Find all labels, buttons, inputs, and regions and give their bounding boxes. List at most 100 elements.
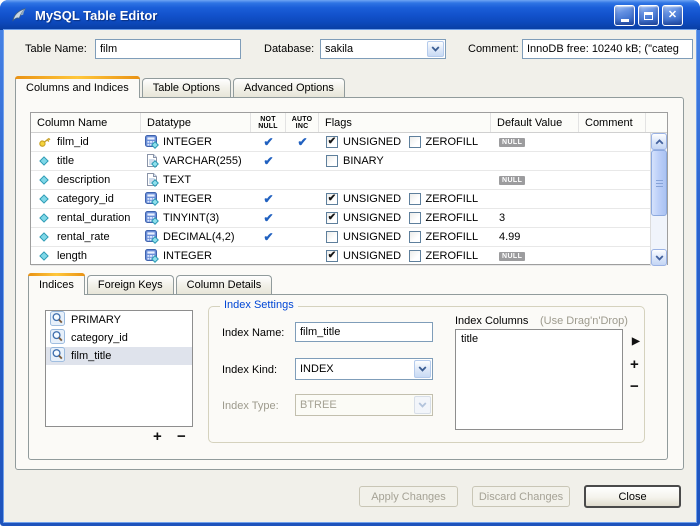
- flag-checkbox[interactable]: [409, 231, 421, 243]
- cell-comment[interactable]: [579, 228, 650, 246]
- flag-checkbox[interactable]: ✔: [326, 193, 338, 205]
- apply-changes-button[interactable]: Apply Changes: [359, 486, 458, 507]
- index-column-item[interactable]: title: [456, 330, 622, 348]
- index-type-dropdown-button[interactable]: [414, 396, 431, 414]
- cell-column-name[interactable]: film_id: [31, 133, 141, 151]
- flag-checkbox[interactable]: [409, 212, 421, 224]
- cell-comment[interactable]: [579, 209, 650, 227]
- cell-datatype[interactable]: INTEGER: [141, 190, 251, 208]
- cell-comment[interactable]: [579, 190, 650, 208]
- header-flags[interactable]: Flags: [319, 113, 491, 132]
- index-name-input[interactable]: [295, 322, 433, 342]
- flag-checkbox[interactable]: [326, 155, 338, 167]
- header-comment[interactable]: Comment: [579, 113, 646, 132]
- cell-not-null[interactable]: ✔: [251, 133, 286, 151]
- cell-not-null[interactable]: ✔: [251, 209, 286, 227]
- header-default-value[interactable]: Default Value: [491, 113, 579, 132]
- flag-checkbox[interactable]: [409, 193, 421, 205]
- scroll-up-button[interactable]: [651, 133, 667, 150]
- tab-table-options[interactable]: Table Options: [142, 78, 231, 97]
- index-kind-select[interactable]: INDEX: [295, 358, 433, 380]
- cell-column-name[interactable]: title: [31, 152, 141, 170]
- cell-datatype[interactable]: VARCHAR(255): [141, 152, 251, 170]
- header-auto-inc[interactable]: AUTOINC: [286, 113, 319, 132]
- tab-column-details[interactable]: Column Details: [176, 275, 273, 294]
- vertical-scrollbar[interactable]: [650, 133, 667, 266]
- cell-not-null[interactable]: [251, 247, 286, 265]
- header-datatype[interactable]: Datatype: [141, 113, 251, 132]
- table-row[interactable]: descriptionTEXT NULL: [31, 171, 650, 190]
- cell-comment[interactable]: [579, 171, 650, 189]
- cell-not-null[interactable]: ✔: [251, 228, 286, 246]
- remove-index-button[interactable]: −: [177, 429, 186, 444]
- flag-checkbox[interactable]: ✔: [326, 136, 338, 148]
- cell-datatype[interactable]: TINYINT(3): [141, 209, 251, 227]
- index-type-select[interactable]: BTREE: [295, 394, 433, 416]
- flag-checkbox[interactable]: ✔: [326, 250, 338, 262]
- cell-default-value[interactable]: NULL: [491, 133, 579, 151]
- cell-column-name[interactable]: description: [31, 171, 141, 189]
- cell-column-name[interactable]: category_id: [31, 190, 141, 208]
- cell-default-value[interactable]: 4.99: [491, 228, 579, 246]
- cell-default-value[interactable]: 3: [491, 209, 579, 227]
- scrollbar-thumb[interactable]: [651, 150, 667, 216]
- index-list-item[interactable]: film_title: [46, 347, 192, 365]
- table-row[interactable]: film_idINTEGER✔✔✔UNSIGNEDZEROFILLNULL: [31, 133, 650, 152]
- cell-auto-inc[interactable]: [286, 171, 319, 189]
- scrollbar-track[interactable]: [651, 216, 667, 249]
- cell-not-null[interactable]: ✔: [251, 152, 286, 170]
- cell-auto-inc[interactable]: [286, 247, 319, 265]
- comment-input[interactable]: [522, 39, 693, 59]
- table-row[interactable]: category_idINTEGER✔✔UNSIGNEDZEROFILL: [31, 190, 650, 209]
- scroll-down-button[interactable]: [651, 249, 667, 266]
- cell-default-value[interactable]: [491, 190, 579, 208]
- header-column-name[interactable]: Column Name: [31, 113, 141, 132]
- cell-datatype[interactable]: DECIMAL(4,2): [141, 228, 251, 246]
- header-not-null[interactable]: NOTNULL: [251, 113, 286, 132]
- minimize-button[interactable]: [614, 5, 635, 26]
- index-kind-dropdown-button[interactable]: [414, 360, 431, 378]
- flag-checkbox[interactable]: [409, 250, 421, 262]
- table-name-input[interactable]: [95, 39, 241, 59]
- index-columns-listbox[interactable]: title: [455, 329, 623, 430]
- cell-column-name[interactable]: rental_rate: [31, 228, 141, 246]
- table-row[interactable]: rental_rateDECIMAL(4,2)✔UNSIGNEDZEROFILL…: [31, 228, 650, 247]
- cell-not-null[interactable]: ✔: [251, 190, 286, 208]
- close-dialog-button[interactable]: Close: [584, 485, 681, 508]
- add-index-column-button[interactable]: +: [630, 357, 639, 372]
- cell-comment[interactable]: [579, 247, 650, 265]
- database-dropdown-button[interactable]: [427, 41, 444, 57]
- cell-datatype[interactable]: INTEGER: [141, 133, 251, 151]
- index-list-item[interactable]: PRIMARY: [46, 311, 192, 329]
- indices-listbox[interactable]: PRIMARYcategory_idfilm_title: [45, 310, 193, 427]
- flag-checkbox[interactable]: ✔: [326, 212, 338, 224]
- table-row[interactable]: titleVARCHAR(255)✔BINARY: [31, 152, 650, 171]
- cell-datatype[interactable]: TEXT: [141, 171, 251, 189]
- table-row[interactable]: lengthINTEGER✔UNSIGNEDZEROFILLNULL: [31, 247, 650, 266]
- cell-datatype[interactable]: INTEGER: [141, 247, 251, 265]
- discard-changes-button[interactable]: Discard Changes: [472, 486, 570, 507]
- cell-auto-inc[interactable]: [286, 228, 319, 246]
- cell-default-value[interactable]: [491, 152, 579, 170]
- tab-indices[interactable]: Indices: [28, 273, 85, 295]
- index-list-item[interactable]: category_id: [46, 329, 192, 347]
- cell-default-value[interactable]: NULL: [491, 171, 579, 189]
- tab-advanced-options[interactable]: Advanced Options: [233, 78, 345, 97]
- close-button[interactable]: ✕: [662, 5, 683, 26]
- move-column-arrow-button[interactable]: ▶: [632, 337, 640, 347]
- cell-column-name[interactable]: rental_duration: [31, 209, 141, 227]
- remove-index-column-button[interactable]: −: [630, 379, 639, 394]
- cell-auto-inc[interactable]: [286, 152, 319, 170]
- table-row[interactable]: rental_durationTINYINT(3)✔✔UNSIGNEDZEROF…: [31, 209, 650, 228]
- database-select[interactable]: sakila: [320, 39, 446, 59]
- maximize-button[interactable]: [638, 5, 659, 26]
- tab-foreign-keys[interactable]: Foreign Keys: [87, 275, 174, 294]
- cell-column-name[interactable]: length: [31, 247, 141, 265]
- add-index-button[interactable]: +: [153, 429, 162, 444]
- tab-columns-and-indices[interactable]: Columns and Indices: [15, 76, 140, 98]
- cell-comment[interactable]: [579, 133, 650, 151]
- cell-comment[interactable]: [579, 152, 650, 170]
- flag-checkbox[interactable]: [326, 231, 338, 243]
- cell-auto-inc[interactable]: [286, 190, 319, 208]
- cell-default-value[interactable]: NULL: [491, 247, 579, 265]
